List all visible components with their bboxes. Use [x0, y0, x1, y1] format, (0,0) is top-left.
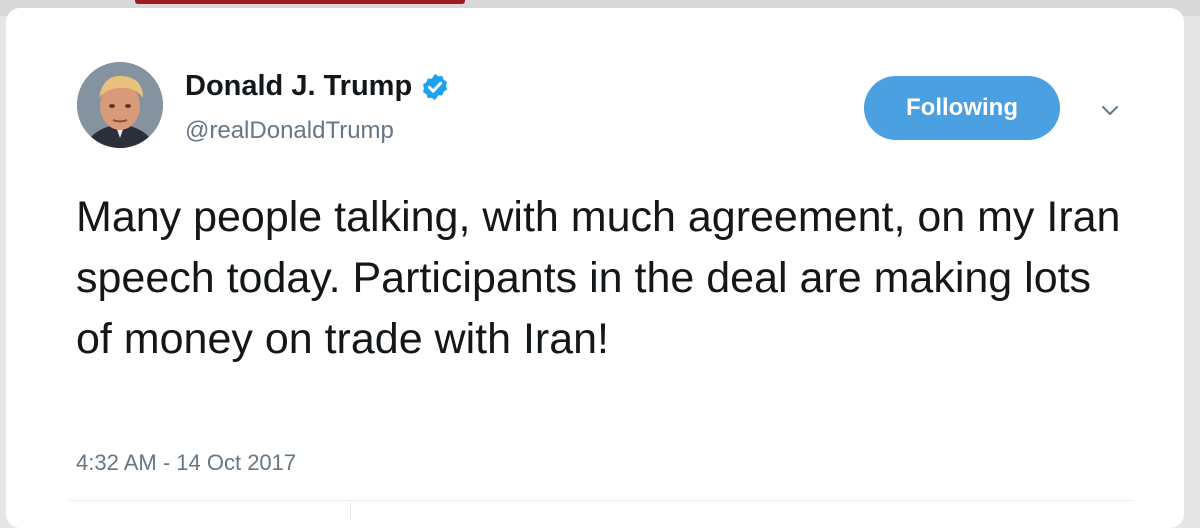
avatar[interactable]: [77, 62, 163, 148]
stats-divider: [350, 500, 351, 520]
user-handle[interactable]: @realDonaldTrump: [185, 117, 394, 145]
display-name-text[interactable]: Donald J. Trump: [185, 70, 412, 103]
avatar-image: [77, 62, 163, 148]
divider: [70, 500, 1132, 501]
chevron-down-icon[interactable]: [1098, 98, 1122, 122]
display-name[interactable]: Donald J. Trump: [185, 70, 450, 103]
tweet-timestamp[interactable]: 4:32 AM - 14 Oct 2017: [76, 450, 296, 476]
tweet-text: Many people talking, with much agreement…: [76, 193, 1121, 363]
verified-badge-icon: [423, 73, 448, 100]
top-accent-bar: [135, 0, 465, 4]
following-button[interactable]: Following: [864, 76, 1060, 140]
